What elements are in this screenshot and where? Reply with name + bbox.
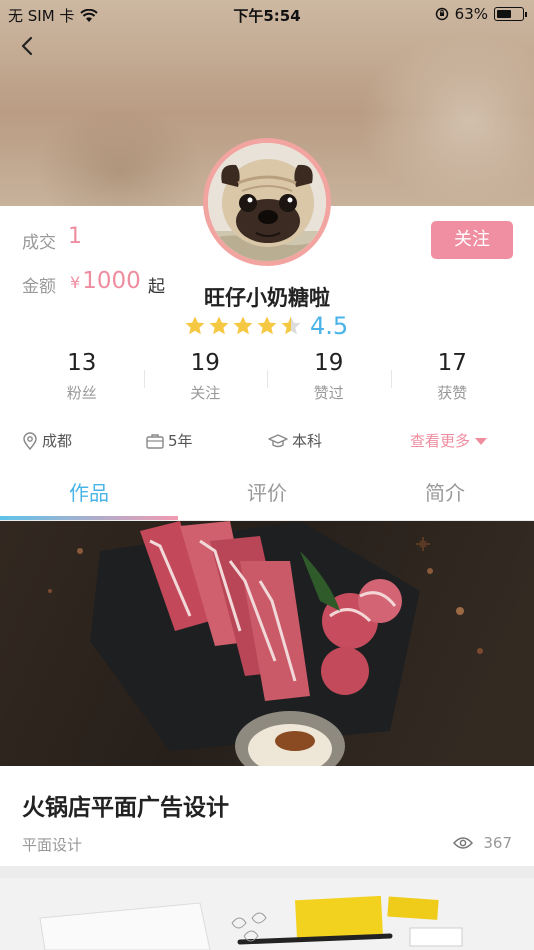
view-count: 367 xyxy=(483,834,512,852)
caret-down-icon xyxy=(475,437,488,445)
rating-score: 4.5 xyxy=(310,312,349,340)
stat-value: 19 xyxy=(314,350,344,376)
stat-value: 17 xyxy=(437,350,467,376)
battery-percent: 63% xyxy=(454,5,488,23)
tab-indicator xyxy=(0,516,178,520)
star-icon xyxy=(185,316,205,335)
hotpot-meat-photo xyxy=(0,521,534,766)
pug-avatar-image xyxy=(208,143,326,261)
work-views: 367 xyxy=(453,834,512,852)
education-info: 本科 xyxy=(268,430,322,451)
avatar[interactable] xyxy=(203,138,331,266)
graduation-cap-icon xyxy=(268,433,288,447)
follow-button[interactable]: 关注 xyxy=(431,221,513,259)
work-title: 火锅店平面广告设计 xyxy=(22,795,229,821)
deal-count-label: 成交 xyxy=(22,233,56,253)
education-text: 本科 xyxy=(292,432,323,450)
stat-following[interactable]: 19 关注 xyxy=(143,350,268,403)
stat-likes-received[interactable]: 17 获赞 xyxy=(390,350,515,403)
experience-text: 5年 xyxy=(168,432,193,450)
work-card[interactable]: 火锅店平面广告设计 平面设计 367 xyxy=(0,766,534,866)
stat-label: 关注 xyxy=(190,384,221,402)
stat-value: 13 xyxy=(67,350,97,376)
stat-fans[interactable]: 13 粉丝 xyxy=(20,350,144,403)
stat-liked[interactable]: 19 赞过 xyxy=(267,350,391,403)
stat-label: 获赞 xyxy=(437,384,468,402)
back-button[interactable] xyxy=(14,32,42,60)
work-cover-image-2[interactable] xyxy=(0,878,534,950)
star-icon xyxy=(281,316,301,335)
stat-label: 粉丝 xyxy=(66,384,97,402)
star-icon xyxy=(257,316,277,335)
view-more-label: 查看更多 xyxy=(410,432,471,450)
work-cover-image[interactable] xyxy=(0,521,534,766)
tab-reviews[interactable]: 评价 xyxy=(178,470,356,520)
orientation-lock-icon xyxy=(435,7,448,21)
tab-bar: 作品 评价 简介 xyxy=(0,470,534,520)
view-more-button[interactable]: 查看更多 xyxy=(410,430,488,451)
battery-icon xyxy=(494,7,527,21)
eye-icon xyxy=(453,837,474,849)
stationery-photo xyxy=(0,878,534,950)
briefcase-icon xyxy=(146,433,164,449)
star-icon xyxy=(209,316,229,335)
stat-label: 赞过 xyxy=(313,384,344,402)
info-row: 成都 5年 本科 查看更多 xyxy=(22,430,502,452)
deal-count-value: 1 xyxy=(68,224,82,249)
stat-value: 19 xyxy=(190,350,220,376)
star-icon xyxy=(233,316,253,335)
location-info: 成都 xyxy=(22,430,72,451)
location-text: 成都 xyxy=(42,432,73,450)
chevron-left-icon xyxy=(21,36,33,56)
status-bar: 无 SIM 卡 下午5:54 63% xyxy=(0,0,534,28)
experience-info: 5年 xyxy=(146,430,193,451)
tab-intro[interactable]: 简介 xyxy=(356,470,534,520)
work-category: 平面设计 xyxy=(22,836,83,854)
location-pin-icon xyxy=(23,431,37,450)
stats-row: 13 粉丝 19 关注 19 赞过 17 获赞 xyxy=(20,350,514,403)
user-name: 旺仔小奶糖啦 xyxy=(204,286,330,310)
tab-works[interactable]: 作品 xyxy=(0,470,178,520)
rating: 4.5 xyxy=(184,312,348,340)
